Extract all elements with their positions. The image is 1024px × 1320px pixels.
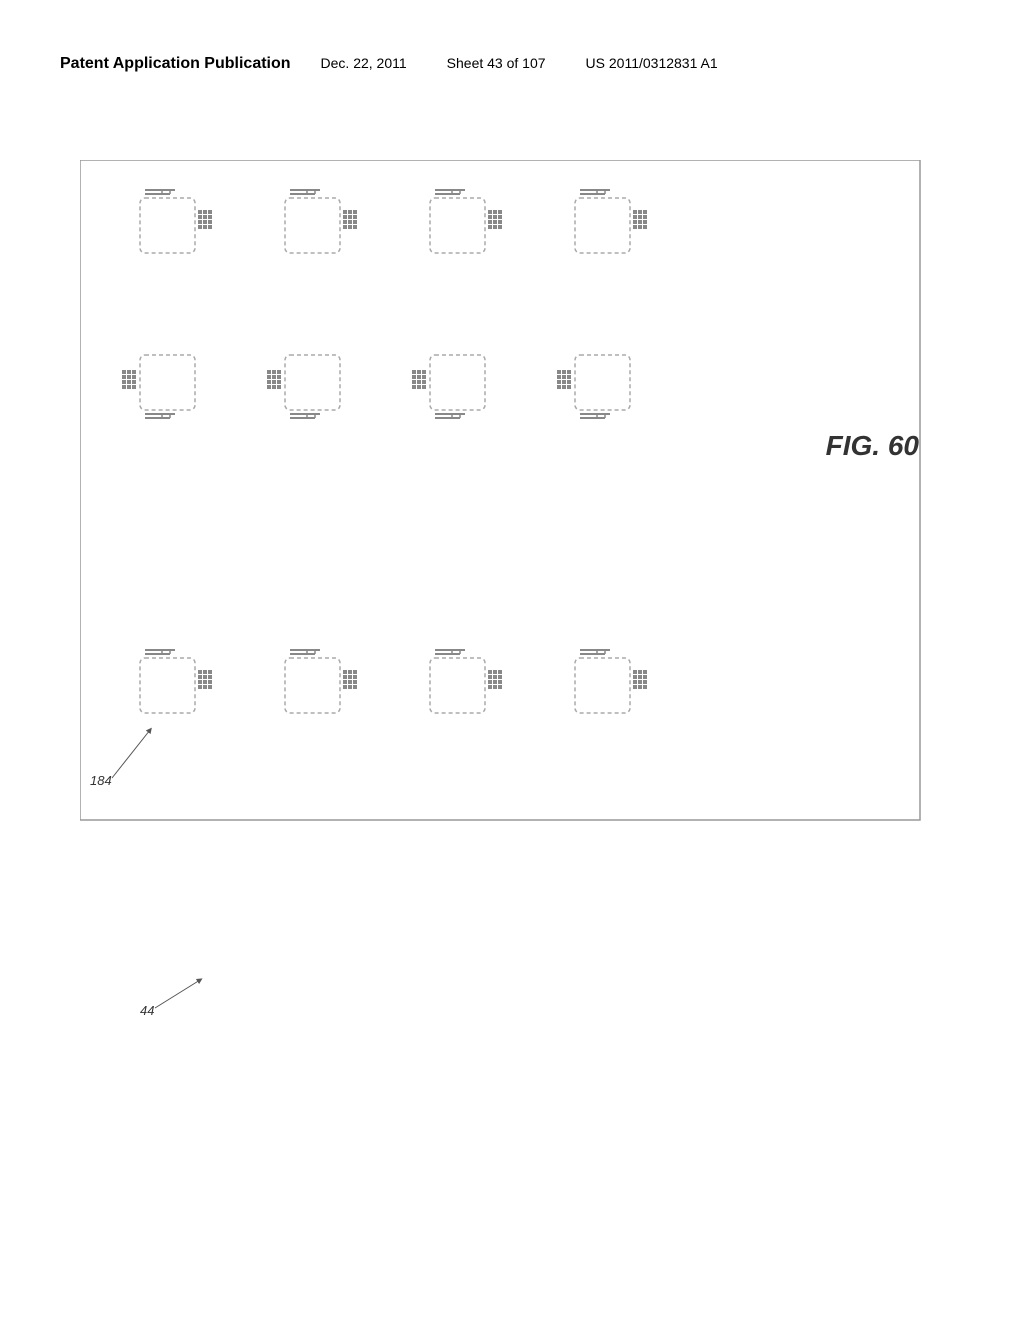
ref-44-arrow: 44 <box>80 960 380 1080</box>
publication-title: Patent Application Publication <box>60 55 291 73</box>
ref-184-label: 184 <box>90 773 112 788</box>
header-meta: Dec. 22, 2011 Sheet 43 of 107 US 2011/03… <box>321 55 718 71</box>
page-header: Patent Application Publication Dec. 22, … <box>60 55 964 73</box>
pub-date: Dec. 22, 2011 <box>321 55 407 71</box>
ref-44-label: 44 <box>140 1003 154 1018</box>
main-diagram: 184 <box>80 160 944 860</box>
figure-label: FIG. 60 <box>826 430 919 462</box>
patent-number: US 2011/0312831 A1 <box>586 55 718 71</box>
sheet-info: Sheet 43 of 107 <box>447 55 546 71</box>
